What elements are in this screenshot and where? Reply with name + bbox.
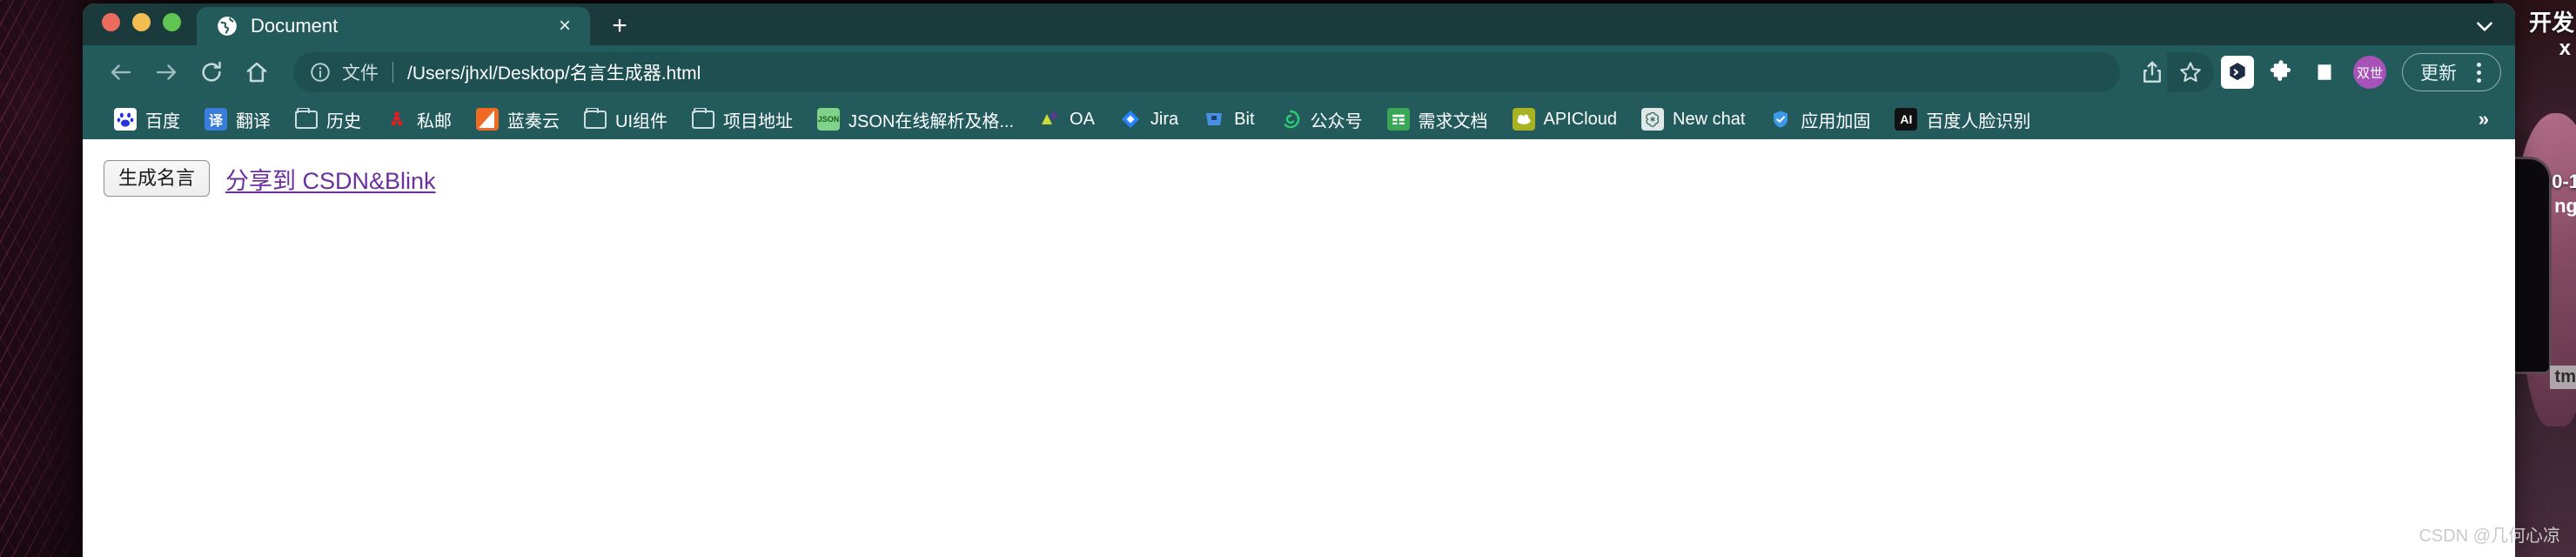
reload-button[interactable] bbox=[191, 51, 232, 93]
browser-toolbar: 文件 /Users/jhxl/Desktop/名言生成器.html 双世 更新 bbox=[83, 45, 2515, 99]
right-window-text-top-2: x bbox=[2559, 37, 2571, 60]
json-icon: JSON bbox=[817, 108, 840, 131]
info-circle-icon[interactable] bbox=[309, 61, 332, 84]
bookmark-label: 项目地址 bbox=[723, 111, 793, 131]
translate-icon: 译 bbox=[205, 108, 227, 131]
bookmark-item-wechat-official[interactable]: 公众号 bbox=[1267, 104, 1375, 136]
url-scheme-label: 文件 bbox=[342, 64, 379, 84]
bookmark-item-history[interactable]: 历史 bbox=[283, 104, 373, 136]
bookmark-label: UI组件 bbox=[615, 111, 667, 131]
bookmark-label: APICloud bbox=[1543, 109, 1618, 129]
sheets-icon bbox=[1386, 108, 1410, 131]
mail-icon bbox=[386, 108, 408, 131]
apicloud-icon bbox=[1512, 108, 1535, 131]
bookmark-label: 私邮 bbox=[417, 111, 452, 131]
bookmark-label: 百度人脸识别 bbox=[1926, 111, 2031, 131]
puzzle-extensions-icon[interactable] bbox=[2261, 52, 2301, 92]
oa-icon bbox=[1038, 108, 1061, 131]
right-window-text-mid-2: ng bbox=[2554, 195, 2576, 217]
generate-quote-button[interactable]: 生成名言 bbox=[104, 160, 211, 198]
update-button[interactable]: 更新 bbox=[2402, 53, 2501, 91]
bookmark-label: 历史 bbox=[326, 111, 361, 131]
page-content-row: 生成名言 分享到 CSDN&Blink bbox=[104, 160, 2515, 198]
bookmark-item-new-chat[interactable]: New chat bbox=[1629, 104, 1757, 134]
bookmark-label: 百度 bbox=[145, 111, 180, 131]
page-viewport: 生成名言 分享到 CSDN&Blink bbox=[83, 139, 2515, 557]
bookmark-item-apicloud[interactable]: APICloud bbox=[1500, 104, 1630, 134]
bookmark-item-translate[interactable]: 译 翻译 bbox=[192, 104, 283, 136]
url-text: /Users/jhxl/Desktop/名言生成器.html bbox=[407, 64, 701, 84]
bookmark-label: 应用加固 bbox=[1801, 111, 1871, 131]
bookmark-label: Bit bbox=[1234, 109, 1255, 129]
forward-button[interactable] bbox=[145, 51, 187, 93]
openai-icon bbox=[1641, 108, 1664, 131]
bookmark-item-jira[interactable]: Jira bbox=[1107, 104, 1191, 134]
folder-icon bbox=[584, 108, 607, 131]
right-window-text-mid-1: 0-1 bbox=[2552, 171, 2576, 192]
tab-title: Document bbox=[251, 15, 339, 37]
lanzou-icon bbox=[476, 108, 499, 131]
right-window-text-top-1: 开发 bbox=[2528, 10, 2574, 36]
chevron-down-icon[interactable] bbox=[2454, 7, 2515, 45]
address-bar[interactable]: 文件 /Users/jhxl/Desktop/名言生成器.html bbox=[293, 52, 2120, 92]
globe-icon bbox=[216, 15, 238, 37]
folder-icon bbox=[692, 108, 714, 131]
minimize-window-button[interactable] bbox=[132, 13, 151, 31]
home-button[interactable] bbox=[236, 51, 278, 93]
bookmark-label: OA bbox=[1070, 109, 1095, 129]
bit-icon bbox=[1203, 108, 1225, 131]
bookmark-item-bit[interactable]: Bit bbox=[1191, 104, 1266, 134]
vertical-scrollbar[interactable] bbox=[2501, 139, 2515, 557]
bookmark-item-oa[interactable]: OA bbox=[1026, 104, 1107, 134]
baidu-paw-icon bbox=[114, 108, 137, 131]
bookmark-label: 公众号 bbox=[1310, 111, 1363, 131]
bookmarks-bar: 百度 译 翻译 历史 私邮 蓝奏云 UI组件 项目地址 JSON JSON在线解… bbox=[83, 99, 2515, 139]
bookmark-item-private-mail[interactable]: 私邮 bbox=[373, 104, 464, 136]
tab-strip: Document × + bbox=[83, 3, 2515, 45]
shield-check-icon bbox=[1769, 108, 1792, 131]
update-button-label: 更新 bbox=[2420, 64, 2457, 84]
window-controls bbox=[83, 13, 197, 45]
side-panel-icon[interactable] bbox=[2304, 52, 2345, 92]
bookmark-label: 需求文档 bbox=[1418, 111, 1488, 131]
bookmark-item-project-urls[interactable]: 项目地址 bbox=[680, 104, 805, 136]
browser-window: Document × + 文件 /Users/jhxl/Desktop/名言生成… bbox=[83, 3, 2515, 557]
bookmark-label: 翻译 bbox=[236, 111, 271, 131]
kebab-menu-icon[interactable] bbox=[2465, 59, 2492, 85]
bookmarks-overflow-button[interactable]: » bbox=[2465, 104, 2503, 134]
bookmark-label: Jira bbox=[1150, 109, 1179, 129]
browser-tab-document[interactable]: Document × bbox=[197, 7, 590, 45]
star-icon[interactable] bbox=[2167, 52, 2214, 92]
profile-avatar[interactable]: 双世 bbox=[2353, 56, 2386, 89]
folder-icon bbox=[295, 108, 318, 131]
omnibox-divider bbox=[392, 62, 393, 83]
bookmark-item-baidu-face-recognition[interactable]: AI 百度人脸识别 bbox=[1882, 104, 2043, 136]
bookmark-label: New chat bbox=[1673, 109, 1746, 129]
devtools-extension-icon[interactable] bbox=[2217, 52, 2257, 92]
back-button[interactable] bbox=[100, 51, 142, 93]
devtools-extension-glyph bbox=[2221, 56, 2254, 89]
bookmark-item-baidu[interactable]: 百度 bbox=[102, 104, 192, 136]
close-window-button[interactable] bbox=[102, 13, 120, 31]
maximize-window-button[interactable] bbox=[163, 13, 181, 31]
bookmark-item-app-hardening[interactable]: 应用加固 bbox=[1757, 104, 1882, 136]
bookmark-item-requirements-doc[interactable]: 需求文档 bbox=[1375, 104, 1500, 136]
jira-icon bbox=[1119, 108, 1142, 131]
wallpaper-frond-pattern bbox=[0, 0, 83, 557]
close-icon[interactable]: × bbox=[552, 13, 578, 39]
bookmark-label: 蓝奏云 bbox=[507, 111, 560, 131]
share-to-csdn-blink-link[interactable]: 分享到 CSDN&Blink bbox=[225, 162, 436, 196]
screenshot-watermark: CSDN @几何心凉 bbox=[2418, 527, 2560, 546]
new-tab-button[interactable]: + bbox=[595, 7, 644, 45]
bookmark-item-lanzou[interactable]: 蓝奏云 bbox=[464, 104, 572, 136]
wechat-icon bbox=[1279, 108, 1302, 131]
bookmark-item-ui-components[interactable]: UI组件 bbox=[572, 104, 680, 136]
bookmark-item-json-parser[interactable]: JSON JSON在线解析及格... bbox=[805, 104, 1026, 136]
right-window-chip: tm bbox=[2549, 366, 2576, 389]
bookmark-label: JSON在线解析及格... bbox=[849, 111, 1015, 131]
ai-icon: AI bbox=[1895, 108, 1918, 131]
